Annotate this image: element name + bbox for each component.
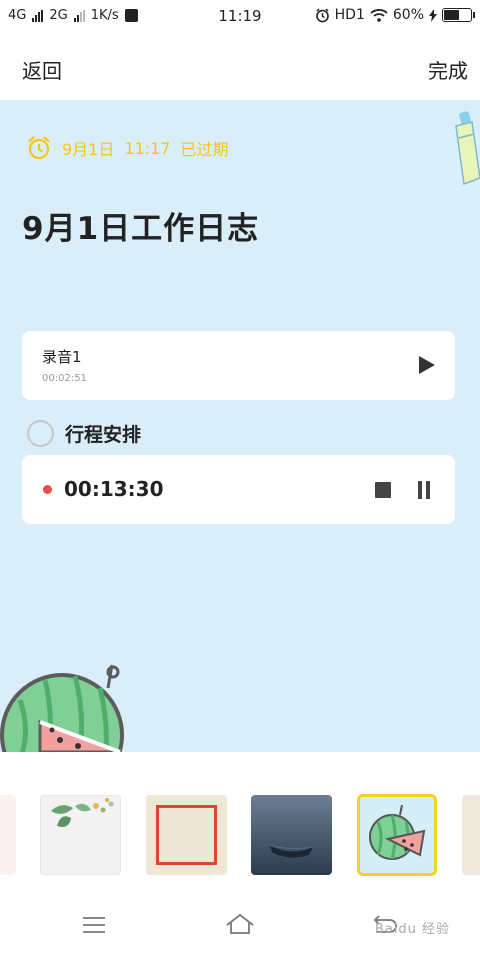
bottle-decoration xyxy=(455,111,480,186)
boat-icon xyxy=(268,844,314,858)
done-button[interactable]: 完成 xyxy=(428,55,468,84)
recording-name: 录音1 xyxy=(42,348,82,366)
alarm-clock-icon xyxy=(28,136,50,160)
top-nav: 返回 完成 xyxy=(0,34,480,100)
live-recording-card: 00:13:30 xyxy=(22,455,455,524)
wifi-icon xyxy=(370,9,388,22)
reminder-status: 已过期 xyxy=(180,140,229,159)
todo-label: 行程安排 xyxy=(65,424,142,446)
menu-icon xyxy=(83,917,105,933)
recording-duration: 00:02:51 xyxy=(42,373,87,384)
menu-button[interactable] xyxy=(78,910,110,940)
template-thumb-pink-floral[interactable] xyxy=(0,795,16,875)
template-strip xyxy=(0,752,480,890)
reminder-date: 9月1日 xyxy=(62,140,115,159)
template-thumb-green-leaves[interactable] xyxy=(40,795,121,875)
note-title[interactable]: 9月1日工作日志 xyxy=(22,203,259,248)
note-area[interactable]: 9月1日 11:17 已过期 9月1日工作日志 录音1 00:02:51 行程安… xyxy=(0,100,480,752)
pause-button[interactable] xyxy=(417,481,431,499)
home-icon xyxy=(226,913,254,934)
todo-item[interactable]: 行程安排 xyxy=(27,420,141,447)
recording-dot-icon xyxy=(43,485,52,494)
template-thumb-boat-lake[interactable] xyxy=(251,795,332,875)
leaves-icon xyxy=(51,798,114,827)
template-thumb-red-frame[interactable] xyxy=(146,795,227,875)
bottom-nav: Baidu 经验 xyxy=(0,890,480,960)
charging-icon xyxy=(429,8,437,22)
hd-label: HD1 xyxy=(334,7,365,23)
status-right: HD1 60% xyxy=(315,7,475,23)
recording-card[interactable]: 录音1 00:02:51 xyxy=(22,331,455,400)
back-button[interactable]: 返回 xyxy=(22,55,62,84)
status-bar: 4G 2G 1K/s 11:19 HD1 60% xyxy=(0,0,480,34)
stop-button[interactable] xyxy=(375,482,391,498)
battery-percent: 60% xyxy=(392,7,424,23)
battery-icon xyxy=(442,8,475,22)
alarm-icon xyxy=(315,7,329,22)
watermark: Baidu 经验 xyxy=(374,922,450,937)
play-icon[interactable] xyxy=(419,356,435,374)
template-thumb-beige[interactable] xyxy=(462,795,480,875)
reminder-time: 11:17 xyxy=(124,138,171,158)
template-thumb-watermelon[interactable] xyxy=(357,794,437,876)
watermelon-decoration xyxy=(0,664,124,752)
watermelon-icon xyxy=(369,804,426,860)
live-recording-time: 00:13:30 xyxy=(64,477,164,501)
reminder[interactable]: 9月1日 11:17 已过期 xyxy=(26,135,229,161)
todo-checkbox[interactable] xyxy=(27,420,54,447)
home-button[interactable] xyxy=(224,910,256,940)
